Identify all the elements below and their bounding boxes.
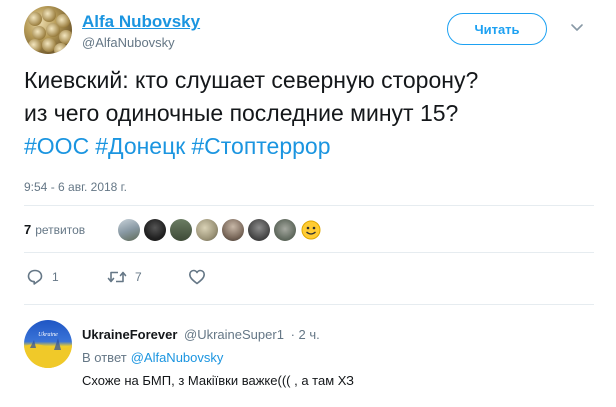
reply-button[interactable]: 1 [26, 268, 59, 286]
retweeter-avatar[interactable] [248, 219, 270, 241]
divider [24, 205, 594, 206]
reply-text: Схоже на БМП, з Макіївки важке((( , а та… [82, 373, 354, 388]
retweet-icon [107, 271, 127, 283]
retweet-button[interactable]: 7 [107, 268, 142, 286]
reply-author-line: UkraineForever @UkraineSuper1 · 2 ч. [82, 327, 320, 342]
reply-count: 1 [52, 270, 59, 284]
svg-text:Ukraine: Ukraine [38, 332, 58, 338]
reply-time[interactable]: · 2 ч. [291, 327, 320, 342]
chevron-down-icon[interactable] [569, 19, 585, 35]
smiley-icon [301, 220, 321, 240]
retweet-stats-label: ретвитов [35, 223, 86, 237]
hashtag-link[interactable]: #ООС [24, 133, 89, 159]
retweeter-avatar[interactable] [222, 219, 244, 241]
reply-author-handle[interactable]: @UkraineSuper1 [184, 327, 284, 342]
tweet-timestamp[interactable]: 9:54 - 6 авг. 2018 г. [24, 180, 127, 194]
divider [24, 252, 594, 253]
avatar-image: Ukraine [24, 332, 72, 368]
retweet-count: 7 [135, 270, 142, 284]
retweet-stats[interactable]: 7 ретвитов [24, 222, 85, 237]
retweeter-avatar[interactable] [196, 219, 218, 241]
reply-icon [27, 269, 43, 285]
author-name[interactable]: Alfa Nubovsky [82, 12, 200, 32]
like-button[interactable] [188, 268, 206, 286]
retweet-stats-count: 7 [24, 222, 32, 237]
retweeter-avatar[interactable] [144, 219, 166, 241]
hashtag-link[interactable]: #Донецк [95, 133, 185, 159]
reply-author-avatar[interactable]: Ukraine [24, 320, 72, 368]
reply-context-prefix: В ответ [82, 350, 127, 365]
author-handle[interactable]: @AlfaNubovsky [82, 35, 175, 50]
hashtag-row: #ООС #Донецк #Стоптеррор [24, 130, 604, 163]
reply-context-link[interactable]: @AlfaNubovsky [131, 350, 224, 365]
tweet-text: Киевский: кто слушает северную сторону? … [24, 64, 604, 163]
reply-author-name[interactable]: UkraineForever [82, 327, 177, 342]
tweet-text-line: из чего одиночные последние минут 15? [24, 100, 459, 126]
divider [24, 304, 594, 305]
retweeter-avatar[interactable] [300, 219, 322, 241]
author-avatar[interactable] [24, 6, 72, 54]
heart-icon [189, 269, 205, 285]
follow-button[interactable]: Читать [447, 13, 547, 45]
retweeter-avatar[interactable] [118, 219, 140, 241]
retweeter-avatar[interactable] [170, 219, 192, 241]
tweet-text-line: Киевский: кто слушает северную сторону? [24, 67, 479, 93]
hashtag-link[interactable]: #Стоптеррор [191, 133, 330, 159]
retweeter-avatar[interactable] [274, 219, 296, 241]
reply-context: В ответ @AlfaNubovsky [82, 350, 223, 365]
